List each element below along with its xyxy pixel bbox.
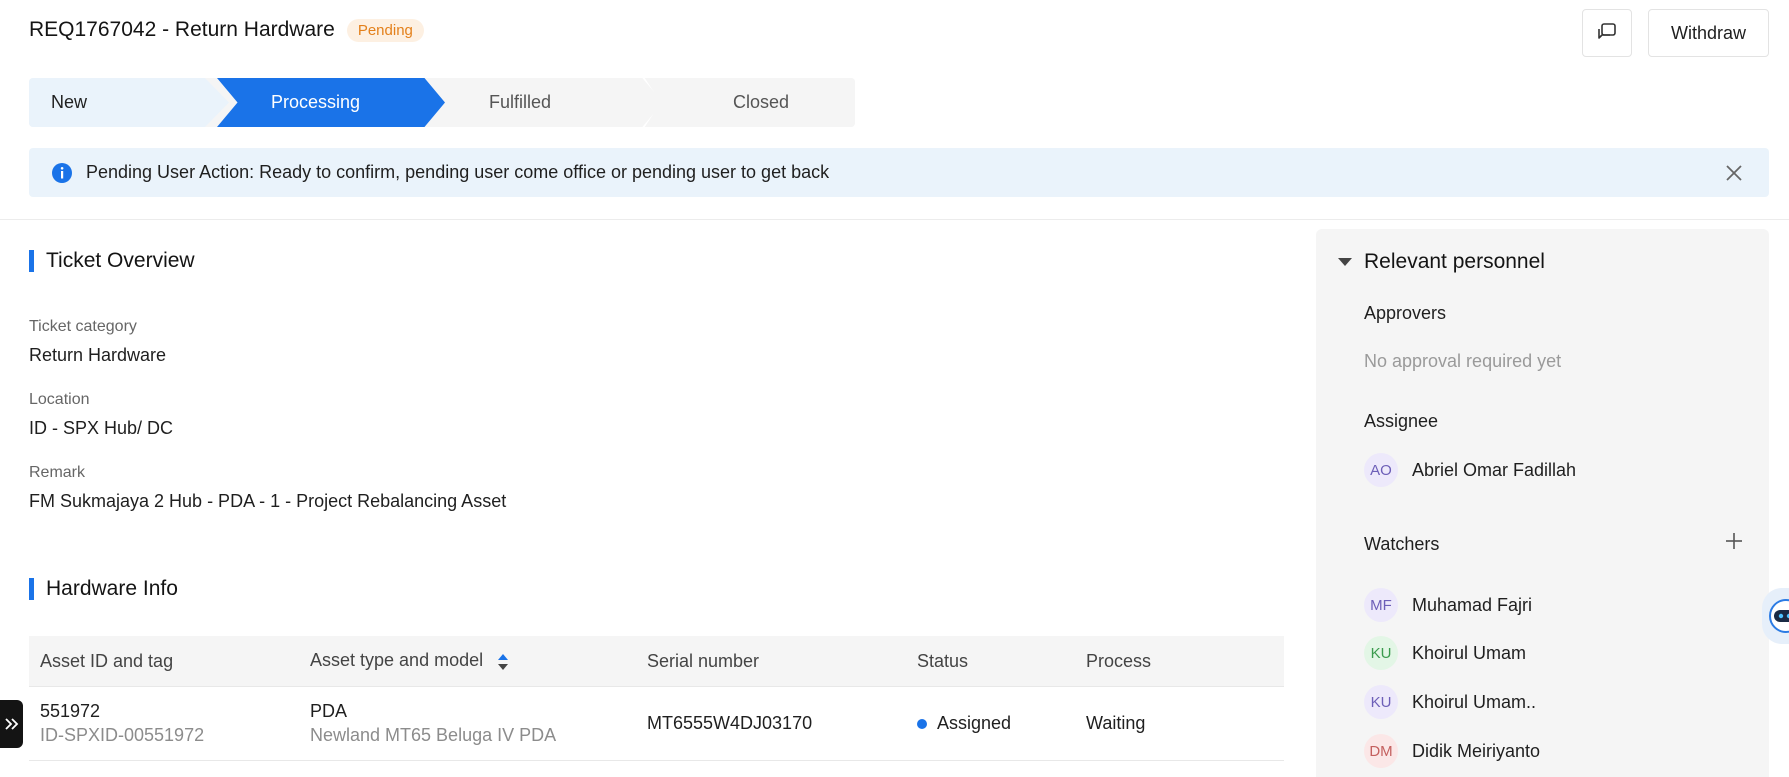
caret-down-icon [1338, 258, 1352, 266]
step-closed: Closed [649, 78, 855, 127]
avatar: KU [1364, 685, 1398, 719]
step-fulfilled: Fulfilled [433, 78, 663, 127]
serial-number: MT6555W4DJ03170 [647, 713, 813, 733]
watcher-item[interactable]: DM Didik Meiriyanto [1364, 734, 1540, 768]
remark-value: FM Sukmajaya 2 Hub - PDA - 1 - Project R… [29, 491, 507, 511]
avatar: DM [1364, 734, 1398, 768]
personnel-panel: Relevant personnel Approvers No approval… [1316, 229, 1769, 777]
assignee-person[interactable]: AO Abriel Omar Fadillah [1364, 453, 1576, 487]
header-actions: Withdraw [1581, 9, 1769, 57]
watcher-name: Khoirul Umam [1412, 642, 1527, 663]
section-accent-bar [29, 250, 34, 272]
status-dot [917, 719, 927, 730]
process-text: Waiting [1086, 713, 1146, 733]
ticket-category-label: Ticket category [29, 318, 137, 335]
section-title-text: Ticket Overview [46, 249, 195, 272]
ticket-category-value: Return Hardware [29, 345, 167, 365]
watcher-item[interactable]: MF Muhamad Fajri [1364, 588, 1532, 622]
watcher-name: Khoirul Umam.. [1412, 691, 1537, 712]
step-processing: Processing [217, 78, 445, 127]
add-watcher-icon[interactable] [1725, 532, 1743, 550]
location-value: ID - SPX Hub/ DC [29, 418, 174, 438]
sidebar-expand-button[interactable] [0, 700, 23, 748]
status-badge: Pending [346, 18, 424, 42]
cell-status: Assigned [917, 713, 1011, 734]
personnel-title: Relevant personnel [1364, 250, 1545, 273]
sort-icon[interactable] [497, 652, 509, 672]
asset-model: Newland MT65 Beluga IV PDA [310, 725, 557, 745]
remark-label: Remark [29, 464, 86, 481]
watcher-name: Didik Meiriyanto [1412, 740, 1541, 761]
page-title: REQ1767042 - Return Hardware [29, 18, 335, 41]
status-text: Assigned [937, 713, 1012, 733]
watcher-name: Muhamad Fajri [1412, 594, 1533, 615]
watchers-label: Watchers [1364, 534, 1440, 554]
page-header: REQ1767042 - Return Hardware Pending [29, 18, 424, 42]
close-icon[interactable] [1723, 162, 1745, 184]
col-asset-type[interactable]: Asset type and model [310, 650, 509, 671]
pending-alert: Pending User Action: Ready to confirm, p… [29, 148, 1769, 197]
cell-asset: 551972 ID-SPXID-00551972 [40, 701, 204, 746]
comment-button[interactable] [1581, 9, 1632, 57]
col-asset-type-label: Asset type and model [310, 650, 484, 671]
col-status: Status [917, 650, 969, 671]
assignee-label: Assignee [1364, 411, 1439, 431]
cell-type: PDA Newland MT65 Beluga IV PDA [310, 701, 556, 746]
assistant-bot-button[interactable] [1762, 588, 1789, 644]
approvers-empty: No approval required yet [1364, 351, 1562, 371]
alert-text: Pending User Action: Ready to confirm, p… [86, 162, 830, 182]
withdraw-button[interactable]: Withdraw [1647, 9, 1769, 57]
step-new: New [29, 78, 229, 127]
section-accent-bar [29, 578, 34, 600]
watcher-item[interactable]: KU Khoirul Umam [1364, 636, 1526, 670]
assignee-name: Abriel Omar Fadillah [1412, 459, 1577, 480]
hardware-table: Asset ID and tag Asset type and model Se… [29, 636, 1284, 761]
avatar: KU [1364, 636, 1398, 670]
section-title-text: Hardware Info [46, 577, 178, 600]
asset-tag: ID-SPXID-00551972 [40, 725, 205, 745]
col-process: Process [1086, 650, 1152, 671]
table-row[interactable]: 551972 ID-SPXID-00551972 PDA Newland MT6… [29, 687, 1284, 761]
hardware-info-title: Hardware Info [29, 577, 178, 601]
info-icon [52, 162, 72, 183]
personnel-toggle[interactable]: Relevant personnel [1338, 250, 1545, 274]
asset-id: 551972 [40, 701, 101, 721]
double-chevron-right-icon [4, 718, 18, 730]
watcher-item[interactable]: KU Khoirul Umam.. [1364, 685, 1536, 719]
col-serial: Serial number [647, 650, 760, 671]
header-divider [0, 219, 1789, 220]
col-asset-id: Asset ID and tag [40, 650, 174, 671]
table-header: Asset ID and tag Asset type and model Se… [29, 636, 1284, 687]
robot-icon [1769, 599, 1789, 633]
avatar: MF [1364, 588, 1398, 622]
comment-icon [1598, 23, 1616, 39]
status-stepper: New Closed Fulfilled Processing [29, 78, 855, 127]
approvers-label: Approvers [1364, 303, 1447, 323]
avatar: AO [1364, 453, 1398, 487]
asset-type: PDA [310, 701, 348, 721]
location-label: Location [29, 391, 90, 408]
ticket-overview-title: Ticket Overview [29, 249, 195, 273]
